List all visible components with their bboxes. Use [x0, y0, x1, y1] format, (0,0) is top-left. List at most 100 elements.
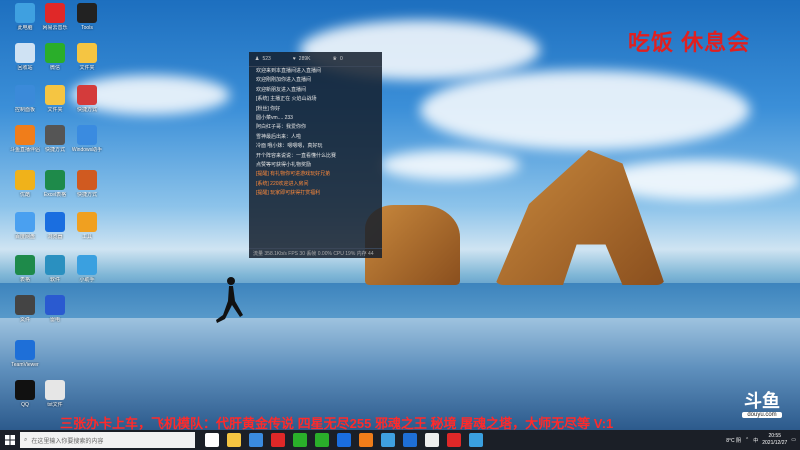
app-icon [15, 125, 35, 145]
chat-message: [系统] 主播正在 火焰山战场 [256, 96, 317, 103]
app-icon [77, 212, 97, 232]
start-button[interactable] [0, 430, 20, 450]
tab-nobles[interactable]: ♛ 0 [332, 56, 342, 62]
chat-message: 欢迎新朋友进入直播间 [256, 86, 307, 93]
taskbar-search-box[interactable]: ⌕ 在这里输入你要搜索的内容 [20, 432, 195, 448]
desktop-icon[interactable]: 快捷方式 [67, 170, 107, 198]
chat-message: 欢迎来到本直播间进入直播间 [256, 68, 322, 74]
cloud [380, 150, 520, 180]
taskbar-app-icon[interactable] [337, 433, 351, 447]
taskbar-app-icon[interactable] [447, 433, 461, 447]
cloud [420, 70, 750, 150]
search-icon: ⌕ [24, 436, 28, 443]
desktop [0, 0, 800, 430]
desktop-icon[interactable]: Windows助手 [67, 125, 107, 153]
desktop-icon[interactable]: 快捷方式 [67, 85, 107, 113]
chat-message-list: 欢迎来到本直播间进入直播间 欢迎刚刚加你进入直播间 欢迎新朋友进入直播间 [系统] 主… [249, 67, 382, 199]
desktop-icon[interactable]: TeamViewer [5, 340, 45, 368]
desktop-icon-label: Tools [81, 25, 93, 31]
windows-icon [5, 435, 15, 445]
desktop-icon-label: txt文件 [47, 402, 63, 408]
chat-message: 圆小菜vm.... 233 [256, 115, 293, 122]
taskbar-app-icon[interactable] [227, 433, 241, 447]
app-icon [77, 85, 97, 105]
chat-message: 欢迎刚刚加你进入直播间 [256, 77, 312, 84]
desktop-icon-label: 文件夹 [79, 65, 95, 71]
taskbar-app-icon[interactable] [293, 433, 307, 447]
desktop-icon-label: 工具 [81, 234, 92, 240]
user-icon: ♟ [255, 56, 260, 62]
desktop-icon[interactable]: Tools [67, 3, 107, 31]
chat-message: [系统] 220欢迎进入房间 [256, 180, 309, 187]
heart-icon: ♥ [292, 56, 296, 62]
chevron-up-icon[interactable]: ⌃ [745, 437, 749, 443]
taskbar-app-icon[interactable] [315, 433, 329, 447]
app-icon [45, 255, 65, 275]
taskbar-app-icon[interactable] [403, 433, 417, 447]
desktop-icon-label: TeamViewer [11, 362, 39, 368]
app-icon [15, 212, 35, 232]
desktop-icon[interactable]: 文件夹 [67, 43, 107, 71]
app-icon [77, 170, 97, 190]
taskbar-app-icon[interactable] [469, 433, 483, 447]
runner-silhouette [215, 275, 245, 330]
taskbar-pinned-apps [201, 433, 487, 447]
taskbar-app-icon[interactable] [205, 433, 219, 447]
app-icon [45, 125, 65, 145]
taskbar-app-icon[interactable] [381, 433, 395, 447]
weather-widget[interactable]: 8°C 阴 [726, 437, 741, 444]
app-icon [45, 295, 65, 315]
desktop-icon-label: Windows助手 [71, 147, 103, 153]
app-icon [45, 212, 65, 232]
app-icon [45, 43, 65, 63]
desktop-icon-label: 雷电 [49, 317, 60, 323]
app-icon [15, 43, 35, 63]
taskbar-app-icon[interactable] [359, 433, 373, 447]
sea [0, 283, 800, 323]
desktop-icon[interactable]: txt文件 [35, 380, 75, 408]
app-icon [15, 3, 35, 23]
desktop-icon-label: 快捷方式 [76, 107, 97, 113]
app-icon [45, 170, 65, 190]
chat-tabs: ♟ 523 ♥ 289K ♛ 0 [249, 52, 382, 67]
app-icon [15, 340, 35, 360]
chat-message: [提醒] 玩家即可获得打赏福利 [256, 190, 321, 197]
app-icon [45, 380, 65, 400]
app-icon [45, 3, 65, 23]
app-icon [15, 380, 35, 400]
system-tray: 8°C 阴 ⌃ 中 20:55 2021/12/27 ▭ [726, 430, 796, 450]
desktop-icon-label: 快捷方式 [76, 192, 97, 198]
clock[interactable]: 20:55 2021/12/27 [762, 433, 787, 447]
chat-message: 冷面 哦小妹：嗯嗯嗯，真好玩 [256, 143, 323, 150]
app-icon [15, 255, 35, 275]
taskbar: ⌕ 在这里输入你要搜索的内容 8°C 阴 ⌃ 中 20:55 2021/12/2… [0, 430, 800, 450]
chat-message: 点赞等可获得小礼物奖励 [256, 162, 312, 169]
app-icon [15, 170, 35, 190]
douyu-logo: 斗鱼 douyu.com [742, 391, 782, 418]
tab-likes[interactable]: ♥ 289K [293, 56, 311, 62]
app-icon [77, 125, 97, 145]
chat-message: 开个阵容来说说：一直看懂什么比赛 [256, 152, 337, 159]
search-placeholder: 在这里输入你要搜索的内容 [31, 438, 104, 445]
chat-message: [粉丝] 你好 [256, 105, 281, 112]
desktop-icon[interactable]: 小助手 [67, 255, 107, 283]
notification-icon[interactable]: ▭ [791, 437, 796, 443]
taskbar-app-icon[interactable] [271, 433, 285, 447]
tab-viewers[interactable]: ♟ 523 [255, 56, 271, 62]
desktop-icon-label: 小助手 [79, 277, 95, 283]
chat-message: [提醒] 有礼物你可进游戏玩好兄弟 [256, 171, 331, 178]
taskbar-app-icon[interactable] [425, 433, 439, 447]
chat-message: 雪神最后出来：人啦 [256, 133, 302, 140]
desktop-icon[interactable]: 工具 [67, 212, 107, 240]
app-icon [15, 85, 35, 105]
desktop-icon[interactable]: 雷电 [35, 295, 75, 323]
app-icon [15, 295, 35, 315]
app-icon [77, 3, 97, 23]
ime-indicator[interactable]: 中 [753, 437, 758, 444]
stream-overlay-title: 吃饭 休息会 [628, 30, 751, 55]
app-icon [77, 43, 97, 63]
app-icon [77, 255, 97, 275]
stream-status-bar: 流量 358.1Kb/s FPS 30 丢帧 0.00% CPU 19% 内存 … [249, 248, 382, 258]
live-chat-panel: ♟ 523 ♥ 289K ♛ 0 欢迎来到本直播间进入直播间 欢迎刚刚加你进入直播间 欢迎… [249, 52, 382, 258]
taskbar-app-icon[interactable] [249, 433, 263, 447]
